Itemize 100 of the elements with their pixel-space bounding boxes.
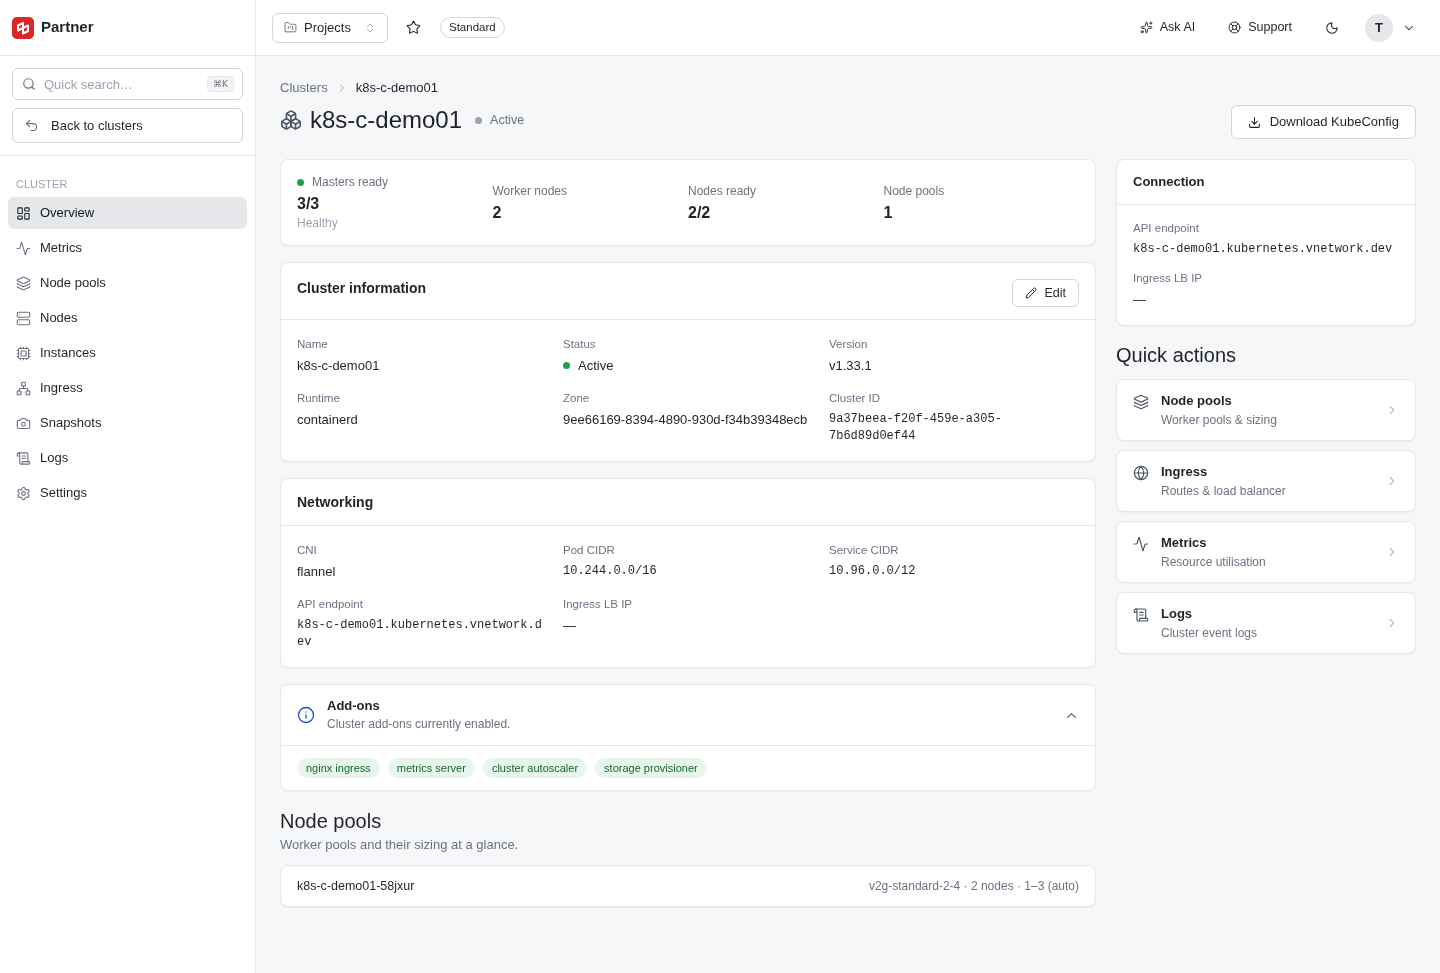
back-arrow-icon [24, 118, 39, 133]
field-label: CNI [297, 543, 318, 558]
search-icon [22, 77, 36, 91]
favorite-button[interactable] [404, 18, 423, 37]
field-value: v1.33.1 [829, 357, 873, 374]
sidebar-item[interactable]: Metrics [8, 232, 247, 264]
stat-value: 2 [492, 202, 503, 223]
stat-label: Node pools [883, 182, 945, 199]
section-title: Quick actions [1116, 343, 1238, 368]
field-value: 10.244.0.0/16 [563, 563, 658, 580]
sidebar-item[interactable]: Node pools [8, 267, 247, 299]
shortcut-hint: ⌘K [207, 76, 234, 92]
field-label: Service CIDR [829, 543, 900, 558]
lifebuoy-icon [1228, 21, 1242, 34]
sidebar-item[interactable]: Settings [8, 477, 247, 509]
field-label: Name [297, 337, 329, 352]
quick-action-title: Logs [1161, 604, 1194, 623]
quick-action-title: Node pools [1161, 391, 1233, 410]
stat-value: 3/3 [297, 194, 321, 214]
user-menu[interactable]: T [1365, 13, 1416, 42]
page-title: k8s-c-demo01 [310, 105, 463, 135]
addon-tag: metrics server [387, 758, 475, 778]
field-value: k8s-c-demo01.kubernetes.vnetwork.dev [297, 617, 543, 651]
back-button[interactable]: Back to clusters [12, 108, 243, 143]
layers-icon [16, 275, 31, 291]
section-label: CLUSTER [15, 177, 69, 192]
sidebar-item[interactable]: Instances [8, 337, 247, 369]
quick-action-subtitle: Routes & load balancer [1161, 482, 1286, 500]
card-title: Connection [1133, 173, 1206, 191]
field-value: Active [578, 357, 614, 374]
download-button[interactable]: Download KubeConfig [1230, 105, 1416, 139]
avatar: T [1365, 13, 1393, 42]
section-subtitle: Worker pools and their sizing at a glance. [280, 836, 520, 854]
sparkles-icon [1139, 21, 1153, 34]
stat-label: Masters ready [312, 174, 389, 190]
quick-action-card[interactable]: Metrics Resource utilisation [1116, 521, 1416, 583]
field-label: Zone [563, 391, 591, 406]
quick-action-title: Metrics [1161, 533, 1208, 552]
dashboard-icon [16, 205, 31, 221]
addon-tag: nginx ingress [297, 758, 380, 778]
card-title: Networking [297, 493, 375, 512]
quick-action-subtitle: Worker pools & sizing [1161, 411, 1277, 429]
field-label: Pod CIDR [563, 543, 616, 558]
field-value: containerd [297, 411, 359, 428]
sidebar-item[interactable]: Ingress [8, 372, 247, 404]
status-label: Active [490, 111, 525, 129]
quick-action-subtitle: Resource utilisation [1161, 553, 1266, 571]
download-icon [1247, 115, 1261, 129]
sidebar-item[interactable]: Overview [8, 197, 247, 229]
quick-action-card[interactable]: Node pools Worker pools & sizing [1116, 379, 1416, 441]
node-pool-name: k8s-c-demo01-58jxur [297, 877, 415, 895]
ask-ai-button[interactable]: Ask AI [1139, 18, 1196, 37]
breadcrumb-link[interactable]: Clusters [280, 80, 328, 96]
star-icon [406, 20, 422, 35]
pulse-icon [16, 240, 31, 256]
support-button[interactable]: Support [1228, 18, 1292, 37]
addon-tag: cluster autoscaler [482, 758, 588, 778]
section-title: Node pools [280, 809, 383, 834]
field-value: k8s-c-demo01.kubernetes.vnetwork.dev [1133, 241, 1394, 258]
field-label: API endpoint [1133, 221, 1200, 236]
edit-button[interactable]: Edit [1012, 279, 1079, 307]
stat-label: Worker nodes [492, 182, 567, 199]
stat-value: 1 [883, 202, 894, 223]
field-label: Status [563, 337, 597, 352]
sidebar-item[interactable]: Nodes [8, 302, 247, 334]
card-subtitle: Cluster add-ons currently enabled. [327, 716, 512, 733]
quick-action-title: Ingress [1161, 462, 1209, 481]
server-icon [16, 310, 31, 326]
field-value: — [563, 617, 577, 634]
camera-icon [16, 415, 31, 431]
node-pool-row[interactable]: k8s-c-demo01-58jxur v2g-standard-2-4 · 2 nodes · 1–3 (auto) [280, 865, 1096, 907]
field-value: 10.96.0.0/12 [829, 563, 917, 580]
field-label: API endpoint [297, 597, 364, 612]
sidebar-item[interactable]: Snapshots [8, 407, 247, 439]
folder-icon [284, 21, 297, 34]
breadcrumb-current: k8s-c-demo01 [355, 80, 439, 96]
field-label: Runtime [297, 391, 341, 406]
pencil-icon [1025, 287, 1038, 299]
field-value: k8s-c-demo01 [297, 357, 381, 374]
quick-action-card[interactable]: Ingress Routes & load balancer [1116, 450, 1416, 512]
sidebar-item[interactable]: Logs [8, 442, 247, 474]
project-selector[interactable]: Projects [272, 12, 388, 43]
field-label: Version [829, 337, 869, 352]
quick-action-subtitle: Cluster event logs [1161, 624, 1258, 642]
brand-logo-icon [12, 16, 34, 39]
field-value: — [1133, 291, 1147, 308]
card-title: Add-ons [327, 697, 381, 715]
field-value: flannel [297, 563, 337, 580]
stat-value: 2/2 [688, 202, 712, 223]
quick-action-card[interactable]: Logs Cluster event logs [1116, 592, 1416, 654]
node-pool-details: v2g-standard-2-4 · 2 nodes · 1–3 (auto) [868, 878, 1079, 895]
pulse-icon [1133, 535, 1149, 552]
chip-icon [16, 345, 31, 361]
boxes-icon [280, 109, 302, 131]
brand-name: Partner [41, 17, 94, 38]
field-label: Cluster ID [829, 391, 882, 406]
field-value: 9ee66169-8394-4890-930d-f34b39348ecb [563, 411, 809, 428]
theme-toggle[interactable] [1324, 19, 1340, 36]
addon-tag: storage provisioner [595, 758, 707, 778]
network-icon [16, 380, 31, 396]
